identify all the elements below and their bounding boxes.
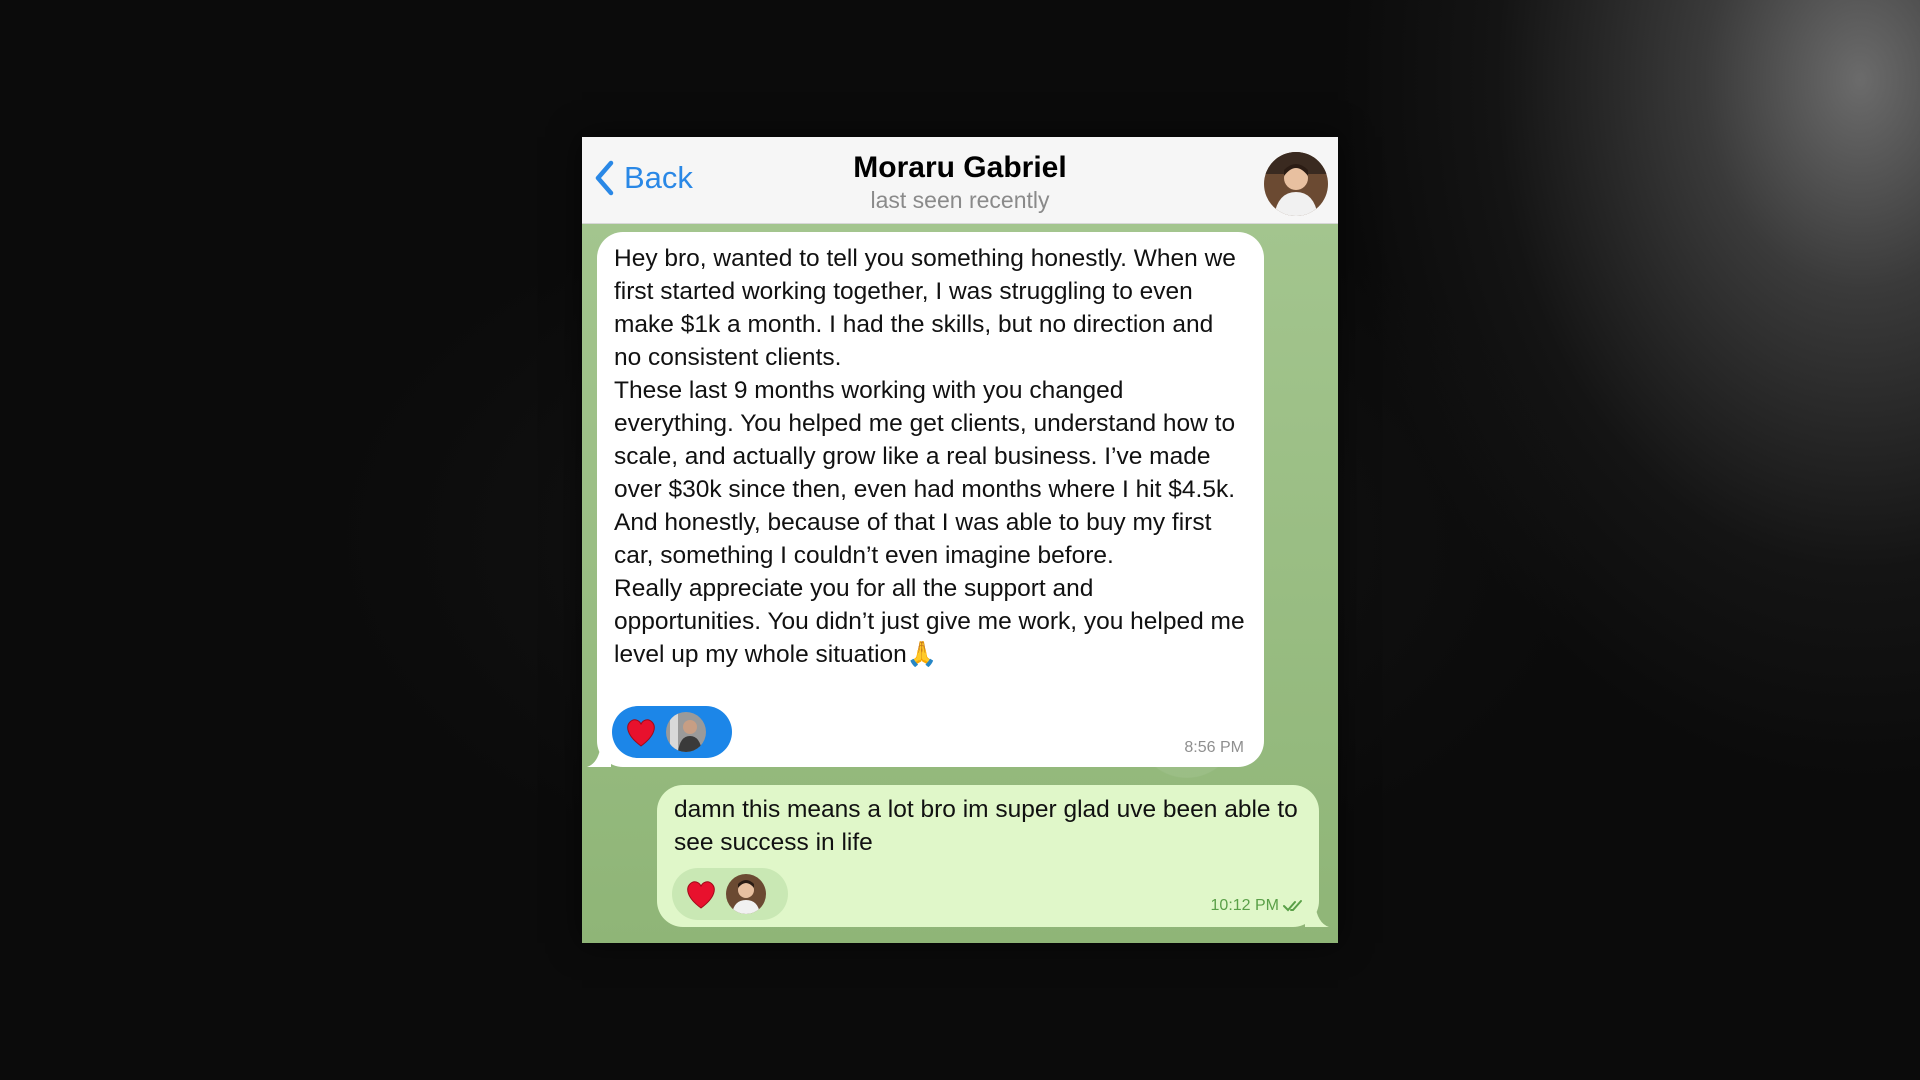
chat-title[interactable]: Moraru Gabriel last seen recently xyxy=(582,151,1338,214)
contact-avatar[interactable] xyxy=(1264,152,1328,216)
outgoing-message-bubble[interactable]: damn this means a lot bro im super glad … xyxy=(657,785,1329,927)
contact-status: last seen recently xyxy=(870,187,1050,213)
chat-header: Back Moraru Gabriel last seen recently xyxy=(582,137,1338,224)
heart-reaction[interactable] xyxy=(612,706,732,758)
reactor-avatar xyxy=(666,712,706,752)
message-time-status: 10:12 PM xyxy=(1211,897,1305,915)
outgoing-message-text: damn this means a lot bro im super glad … xyxy=(674,796,1298,856)
contact-name: Moraru Gabriel xyxy=(853,151,1067,184)
reactor-avatar xyxy=(726,874,766,914)
chat-window: Back Moraru Gabriel last seen recently H… xyxy=(582,137,1338,943)
bubble-tail xyxy=(587,743,611,767)
double-check-icon xyxy=(1283,900,1302,912)
incoming-message-bubble[interactable]: Hey bro, wanted to tell you something ho… xyxy=(587,232,1264,767)
message-time: 8:56 PM xyxy=(1184,739,1244,756)
message-paragraph: Hey bro, wanted to tell you something ho… xyxy=(614,245,1236,371)
message-paragraph: And honestly, because of that I was able… xyxy=(614,509,1212,569)
avatar-image xyxy=(1264,152,1328,216)
message-time: 10:12 PM xyxy=(1210,897,1279,914)
incoming-message-text: Hey bro, wanted to tell you something ho… xyxy=(614,242,1246,671)
message-paragraph: These last 9 months working with you cha… xyxy=(614,377,1236,503)
message-paragraph: Really appreciate you for all the suppor… xyxy=(614,575,1245,668)
heart-icon xyxy=(687,881,715,909)
heart-reaction[interactable] xyxy=(672,868,788,920)
bubble-tail xyxy=(1305,903,1329,927)
heart-icon xyxy=(627,719,655,747)
